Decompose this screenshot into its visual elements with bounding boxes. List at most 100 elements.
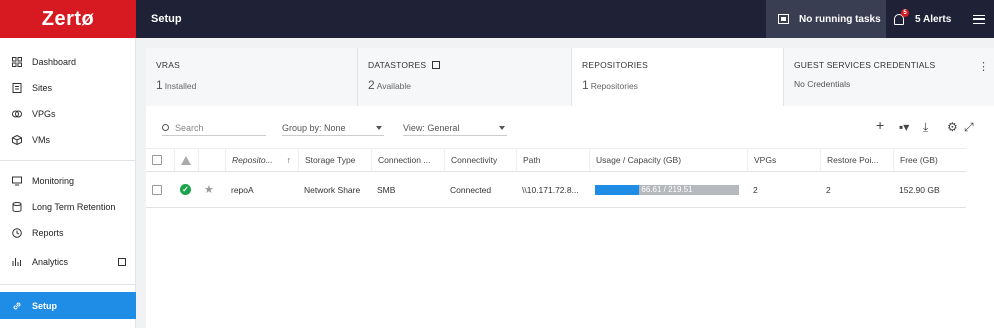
tab-sub: No Credentials: [794, 79, 851, 89]
row-actions-icon[interactable]: ⋮: [978, 60, 989, 73]
column-header-label: Usage / Capacity (GB): [596, 155, 682, 165]
check-circle-icon: ✓: [180, 184, 191, 195]
column-header-usage[interactable]: Usage / Capacity (GB): [589, 149, 747, 171]
sidebar-item-vms[interactable]: VMs: [0, 129, 136, 151]
document-icon: [12, 83, 22, 93]
connectivity-cell: Connected: [450, 184, 492, 195]
tasks-button[interactable]: No running tasks: [766, 0, 886, 38]
tab-guest-services-credentials[interactable]: GUEST SERVICES CREDENTIALS No Credential…: [784, 48, 994, 106]
column-header-connectivity[interactable]: Connectivity: [444, 149, 516, 171]
sidebar-item-label: Long Term Retention: [32, 202, 116, 212]
usage-bar: 66.61 / 219.51: [595, 184, 739, 195]
expand-icon[interactable]: ⤢: [964, 121, 974, 133]
chevron-down-icon: [499, 126, 505, 130]
sidebar-item-reports[interactable]: Reports: [0, 222, 136, 244]
table-header: Reposito... ↑ Storage Type Connection ...…: [146, 148, 966, 172]
alerts-badge: 5: [901, 8, 909, 17]
sidebar-item-dashboard[interactable]: Dashboard: [0, 51, 136, 73]
sidebar-item-sites[interactable]: Sites: [0, 77, 136, 99]
column-header-path[interactable]: Path: [516, 149, 589, 171]
alerts-label: 5 Alerts: [915, 13, 952, 25]
tab-label: REPOSITORIES: [582, 60, 649, 70]
column-header-storage-type[interactable]: Storage Type: [298, 149, 371, 171]
alerts-button[interactable]: 5 5 Alerts: [894, 0, 964, 38]
sidebar-item-label: VPGs: [32, 109, 56, 119]
sort-ascending-icon: ↑: [286, 155, 291, 165]
database-icon: [12, 202, 22, 212]
favorite-column: [198, 149, 225, 171]
hamburger-menu-button[interactable]: [964, 0, 994, 38]
add-icon[interactable]: +: [876, 118, 884, 132]
column-header-label: Path: [523, 155, 541, 165]
view-select[interactable]: View: General: [403, 120, 507, 136]
column-header-free[interactable]: Free (GB): [893, 149, 966, 171]
grid-icon: [12, 57, 22, 67]
group-by-select[interactable]: Group by: None: [282, 120, 384, 136]
download-icon[interactable]: ⤓: [923, 121, 928, 133]
search-input[interactable]: Search: [162, 120, 266, 136]
sidebar-item-label: Setup: [32, 300, 58, 311]
row-checkbox-cell: [146, 172, 174, 207]
table-row[interactable]: ✓ ★ repoA Network Share SMB Connected \\…: [146, 172, 966, 208]
sidebar-item-vpgs[interactable]: VPGs: [0, 103, 136, 125]
main-content: VRAS 1 Installed DATASTORES 2 Available RE…: [146, 48, 994, 328]
sidebar-divider: [0, 160, 136, 161]
gear-icon[interactable]: ⚙: [947, 121, 958, 133]
column-header-label: VPGs: [754, 155, 777, 165]
sidebar-divider: [0, 284, 136, 285]
cube-icon: [12, 135, 22, 145]
tab-repositories[interactable]: REPOSITORIES 1 Repositories: [572, 48, 784, 106]
connection-cell: SMB: [377, 184, 396, 195]
tab-count: 2: [368, 78, 375, 92]
sidebar-item-setup[interactable]: Setup: [0, 292, 136, 319]
search-placeholder: Search: [175, 122, 204, 133]
zerto-logo[interactable]: Zertø: [0, 0, 136, 38]
column-header-connection[interactable]: Connection ...: [371, 149, 444, 171]
bar-chart-icon: [12, 258, 21, 266]
column-header-label: Connectivity: [451, 155, 498, 165]
star-icon[interactable]: ★: [204, 183, 214, 196]
sidebar-item-long-term-retention[interactable]: Long Term Retention: [0, 196, 136, 218]
free-cell: 152.90 GB: [899, 184, 940, 195]
monitor-icon: [12, 176, 22, 186]
select-all-checkbox-cell: [146, 149, 174, 171]
tab-vras[interactable]: VRAS 1 Installed: [146, 48, 358, 106]
path-cell: \\10.171.72.8...: [522, 184, 579, 195]
tab-datastores[interactable]: DATASTORES 2 Available: [358, 48, 572, 106]
sidebar-item-label: Sites: [32, 83, 53, 93]
warning-icon: [181, 155, 191, 165]
hamburger-icon: [973, 14, 985, 24]
column-header-label: Free (GB): [900, 155, 938, 165]
top-bar: Zertø Setup No running tasks 5 5 Alerts: [0, 0, 994, 38]
usage-cell: 66.61 / 219.51: [589, 172, 747, 207]
row-checkbox[interactable]: [152, 184, 162, 195]
column-header-vpgs[interactable]: VPGs: [747, 149, 820, 171]
column-header-restore-points[interactable]: Restore Poi...: [820, 149, 893, 171]
page-title: Setup: [151, 13, 182, 25]
repositories-table: Reposito... ↑ Storage Type Connection ...…: [146, 148, 966, 208]
vpgs-cell: 2: [753, 184, 758, 195]
tab-label: GUEST SERVICES CREDENTIALS: [794, 60, 936, 70]
column-header-label: Connection ...: [378, 155, 431, 165]
sidebar-item-monitoring[interactable]: Monitoring: [0, 170, 136, 192]
shield-icon: [12, 110, 22, 118]
sidebar-item-label: Reports: [32, 228, 64, 238]
external-link-icon: [118, 258, 126, 266]
sidebar-item-analytics[interactable]: Analytics: [0, 251, 136, 273]
clock-icon: [12, 228, 22, 238]
sidebar-item-label: Monitoring: [32, 176, 75, 186]
link-icon: [13, 302, 21, 309]
view-value: View: General: [403, 122, 460, 133]
bell-icon: 5: [894, 8, 909, 25]
tab-sub: Installed: [164, 81, 197, 91]
column-header-label: Restore Poi...: [827, 155, 879, 165]
tasks-icon: [778, 14, 789, 24]
tab-count: 1: [156, 78, 163, 92]
tab-sub: Repositories: [590, 81, 638, 91]
export-menu-icon[interactable]: ▪▾: [899, 121, 909, 133]
setup-tabs: VRAS 1 Installed DATASTORES 2 Available RE…: [146, 48, 994, 106]
tab-sub: Available: [376, 81, 412, 91]
group-by-value: Group by: None: [282, 122, 346, 133]
column-header-repository[interactable]: Reposito... ↑: [225, 149, 298, 171]
select-all-checkbox[interactable]: [152, 155, 162, 165]
